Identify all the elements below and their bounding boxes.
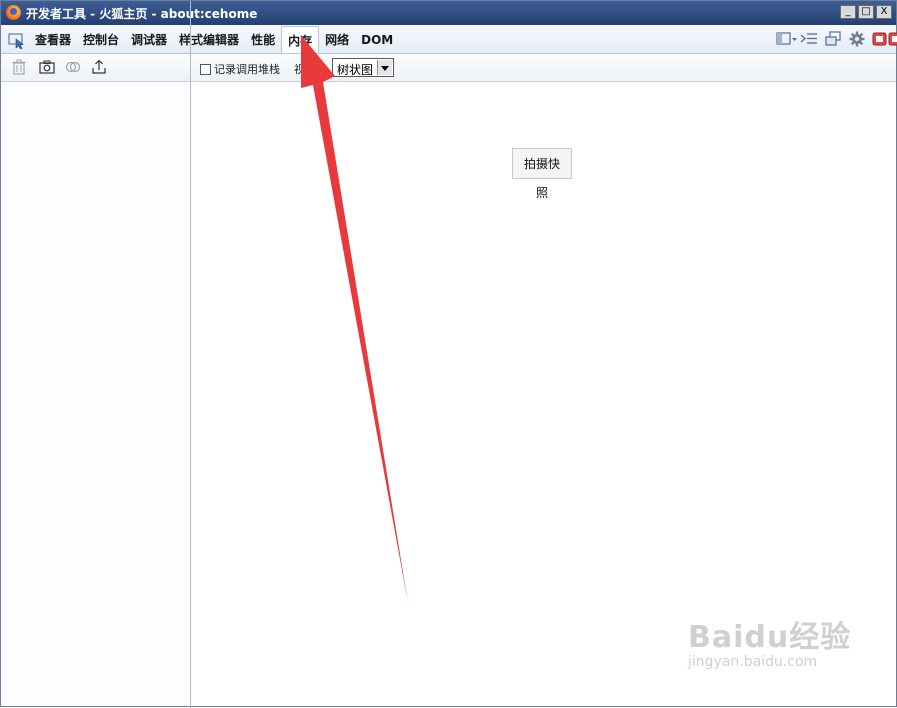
devtools-options (776, 31, 897, 47)
baidu-watermark: Baidu经验 jingyan.baidu.com (688, 612, 851, 670)
record-call-stacks-label: 记录调用堆栈 (214, 63, 280, 76)
maximize-button[interactable]: □ (858, 5, 874, 19)
watermark-logo: Baidu经验 (688, 620, 852, 655)
import-icon[interactable] (91, 59, 107, 75)
gear-icon[interactable] (848, 31, 866, 47)
tab-performance[interactable]: 性能 (245, 25, 281, 53)
camera-icon[interactable] (39, 59, 55, 75)
devtools-window: 开发者工具 - 火狐主页 - about:cehome _ □ X 查看器 控制… (0, 0, 897, 708)
window-controls: _ □ X (840, 5, 892, 19)
take-snapshot-button[interactable]: 拍摄快照 (512, 148, 572, 200)
tool-tabs: 查看器 控制台 调试器 样式编辑器 性能 内存 网络 DOM (29, 25, 399, 53)
split-console-icon[interactable] (800, 31, 818, 47)
devtools-tab-bar: 查看器 控制台 调试器 样式编辑器 性能 内存 网络 DOM (1, 25, 897, 54)
tab-inspector[interactable]: 查看器 (29, 25, 77, 53)
tab-style-editor[interactable]: 样式编辑器 (173, 25, 245, 53)
watermark-url: jingyan.baidu.com (688, 654, 818, 670)
title-bar: 开发者工具 - 火狐主页 - about:cehome _ □ X (1, 1, 896, 25)
chevron-down-icon[interactable] (377, 60, 392, 75)
tab-debugger[interactable]: 调试器 (125, 25, 173, 53)
minimize-button[interactable]: _ (840, 5, 856, 19)
trash-icon[interactable] (11, 59, 27, 75)
snapshot-list (1, 82, 190, 706)
tab-console[interactable]: 控制台 (77, 25, 125, 53)
close-button[interactable]: X (876, 5, 892, 19)
detach-window-icon[interactable] (824, 31, 842, 47)
view-select-value: 树状图 (337, 63, 374, 77)
dock-layout-icon[interactable] (776, 31, 797, 47)
diff-snapshots-icon[interactable] (65, 59, 81, 75)
close-devtools-icon[interactable] (872, 31, 897, 47)
window-title: 开发者工具 - 火狐主页 - about:cehome (26, 7, 258, 21)
firefox-icon (6, 5, 21, 20)
tab-dom[interactable]: DOM (355, 25, 399, 53)
memory-toolbar: 记录调用堆栈 视图: 树状图 (1, 54, 896, 82)
tab-memory[interactable]: 内存 (281, 26, 320, 53)
tab-network[interactable]: 网络 (319, 25, 355, 53)
view-label: 视图: (294, 63, 320, 76)
record-call-stacks[interactable]: 记录调用堆栈 (200, 61, 280, 77)
panel-splitter[interactable] (190, 1, 191, 708)
element-picker-icon[interactable] (8, 33, 26, 50)
record-call-stacks-checkbox[interactable] (200, 63, 211, 75)
view-select[interactable]: 树状图 (332, 58, 394, 77)
